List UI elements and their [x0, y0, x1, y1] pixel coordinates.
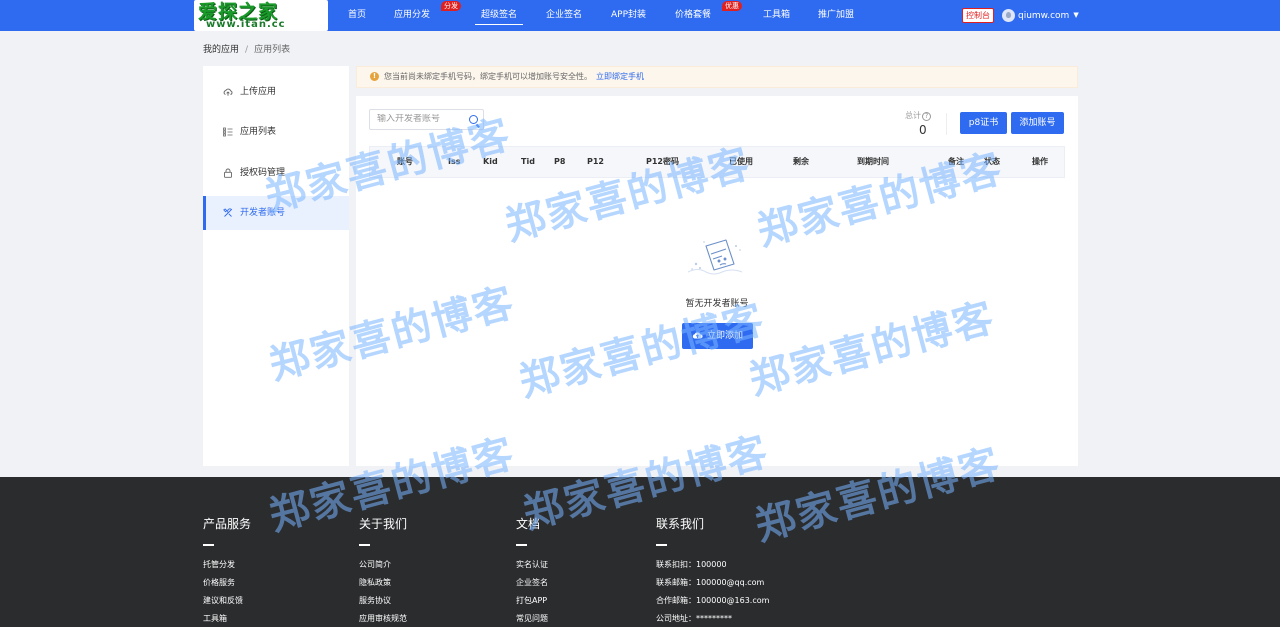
footer-divider [359, 544, 370, 546]
nav-app-distribution[interactable]: 应用分发 [394, 0, 430, 31]
nav-badge-pricing: 优惠 [722, 1, 742, 11]
sidebar-item-label: 上传应用 [240, 87, 277, 97]
footer-link[interactable]: 服务协议 [359, 592, 407, 610]
total-label: 总计? [905, 110, 931, 121]
search-icon[interactable] [469, 115, 478, 124]
footer-column-about: 关于我们 公司简介 隐私政策 服务协议 应用审核规范 [359, 515, 407, 627]
nav-pricing[interactable]: 价格套餐 [675, 0, 711, 31]
empty-state-text: 暂无开发者账号 [685, 299, 749, 309]
nav-super-sign[interactable]: 超级签名 [474, 0, 524, 31]
lock-icon [223, 168, 233, 178]
footer-link[interactable]: 打包APP [516, 592, 548, 610]
nav-promotion[interactable]: 推广加盟 [818, 0, 854, 31]
footer-column-products: 产品服务 托管分发 价格服务 建议和反馈 工具箱 [203, 515, 251, 627]
nav-app-package[interactable]: APP封装 [611, 0, 646, 31]
footer-company-address: 公司地址：********* [656, 614, 732, 623]
footer-contact-qq: 联系扣扣：100000 [656, 560, 727, 569]
nav-home[interactable]: 首页 [348, 0, 366, 31]
warning-icon: ! [370, 72, 379, 81]
nav-toolbox[interactable]: 工具箱 [763, 0, 790, 31]
sidebar-item-label: 开发者账号 [240, 208, 286, 218]
chevron-down-icon: ▼ [1073, 11, 1079, 19]
footer-partner-email: 合作邮箱：100000@163.com [656, 596, 770, 605]
column-header-p12-password: P12密码 [646, 157, 679, 166]
site-logo[interactable]: 爱探之家 www.itan.cc [194, 0, 328, 31]
footer-contact-email: 联系邮箱：100000@qq.com [656, 578, 765, 587]
add-now-button[interactable]: 立即添加 [682, 323, 753, 349]
column-header-status: 状态 [984, 157, 1000, 166]
add-account-button[interactable]: 添加账号 [1011, 112, 1064, 134]
divider [946, 113, 947, 135]
footer-link[interactable]: 公司简介 [359, 556, 407, 574]
logo-url: www.itan.cc [206, 19, 286, 30]
sidebar-item-label: 应用列表 [240, 127, 277, 137]
footer-link[interactable]: 应用审核规范 [359, 610, 407, 627]
avatar [1002, 9, 1015, 22]
tools-icon [223, 208, 233, 218]
list-icon [223, 127, 233, 137]
footer-link[interactable]: 企业签名 [516, 574, 548, 592]
search-box [369, 109, 484, 130]
nav-badge-distribution: 分发 [441, 1, 461, 11]
column-header-kid: Kid [483, 157, 498, 166]
footer-link[interactable]: 工具箱 [203, 610, 251, 627]
empty-state-illustration [676, 234, 756, 294]
footer-link[interactable]: 实名认证 [516, 556, 548, 574]
sidebar-item-upload[interactable]: 上传应用 [203, 75, 349, 109]
alert-text: 您当前尚未绑定手机号码，绑定手机可以增加账号安全性。 [384, 72, 592, 81]
footer-title: 联系我们 [656, 517, 705, 531]
column-header-remark: 备注 [948, 157, 964, 166]
search-input[interactable] [377, 114, 465, 124]
column-header-remaining: 剩余 [793, 157, 809, 166]
nav-label: 应用分发 [394, 10, 431, 20]
breadcrumb-current: 应用列表 [254, 45, 291, 55]
footer-link[interactable]: 常见问题 [516, 610, 548, 627]
column-header-tid: Tid [521, 157, 535, 166]
console-button[interactable]: 控制台 [962, 8, 994, 23]
footer-link[interactable]: 价格服务 [203, 574, 251, 592]
developer-accounts-panel: 总计? 0 p8证书 添加账号 账号 Iss Kid Tid P8 P12 P1… [356, 96, 1078, 466]
username: qiumw.com [1018, 11, 1070, 21]
sidebar: 上传应用 应用列表 授权码管理 开发者账号 [203, 66, 349, 466]
total-label-text: 总计 [905, 111, 921, 120]
footer-link[interactable]: 隐私政策 [359, 574, 407, 592]
top-navbar: 爱探之家 www.itan.cc 首页 应用分发 分发 超级签名 企业签名 AP… [0, 0, 1280, 31]
phone-binding-alert: ! 您当前尚未绑定手机号码，绑定手机可以增加账号安全性。 立即绑定手机 [356, 66, 1078, 88]
footer-title: 产品服务 [203, 517, 252, 531]
column-header-p12: P12 [587, 157, 604, 166]
breadcrumb-root[interactable]: 我的应用 [203, 45, 239, 55]
footer-divider [656, 544, 667, 546]
column-header-used: 已使用 [729, 157, 753, 166]
sidebar-item-app-list[interactable]: 应用列表 [203, 115, 349, 149]
footer-title: 文档 [516, 517, 541, 531]
footer-column-docs: 文档 实名认证 企业签名 打包APP 常见问题 [516, 515, 548, 627]
footer-link[interactable]: 托管分发 [203, 556, 251, 574]
help-icon[interactable]: ? [922, 112, 931, 121]
column-header-iss: Iss [448, 157, 461, 166]
sidebar-item-auth-codes[interactable]: 授权码管理 [203, 156, 349, 190]
footer-divider [516, 544, 527, 546]
table-header: 账号 Iss Kid Tid P8 P12 P12密码 已使用 剩余 到期时间 … [369, 146, 1065, 178]
sidebar-item-label: 授权码管理 [240, 168, 286, 178]
column-header-expiry: 到期时间 [857, 157, 889, 166]
sidebar-item-developer-accounts[interactable]: 开发者账号 [203, 196, 349, 230]
column-header-account: 账号 [397, 157, 413, 166]
cloud-upload-icon [692, 324, 703, 339]
column-header-actions: 操作 [1032, 157, 1048, 166]
footer-divider [203, 544, 214, 546]
breadcrumb-separator: / [245, 45, 249, 55]
footer: 产品服务 托管分发 价格服务 建议和反馈 工具箱 关于我们 公司简介 隐私政策 … [0, 477, 1280, 627]
cloud-upload-icon [223, 87, 233, 97]
nav-enterprise-sign[interactable]: 企业签名 [546, 0, 582, 31]
add-now-label: 立即添加 [706, 331, 743, 341]
total-count: 0 [919, 123, 927, 137]
column-header-p8: P8 [554, 157, 566, 166]
footer-title: 关于我们 [359, 517, 408, 531]
bind-phone-link[interactable]: 立即绑定手机 [596, 72, 644, 81]
breadcrumb: 我的应用 / 应用列表 [203, 42, 290, 55]
p8-certificate-button[interactable]: p8证书 [960, 112, 1007, 134]
footer-column-contact: 联系我们 联系扣扣：100000 联系邮箱：100000@qq.com 合作邮箱… [656, 515, 769, 627]
footer-link[interactable]: 建议和反馈 [203, 592, 251, 610]
user-menu[interactable]: qiumw.com ▼ [1002, 8, 1079, 23]
